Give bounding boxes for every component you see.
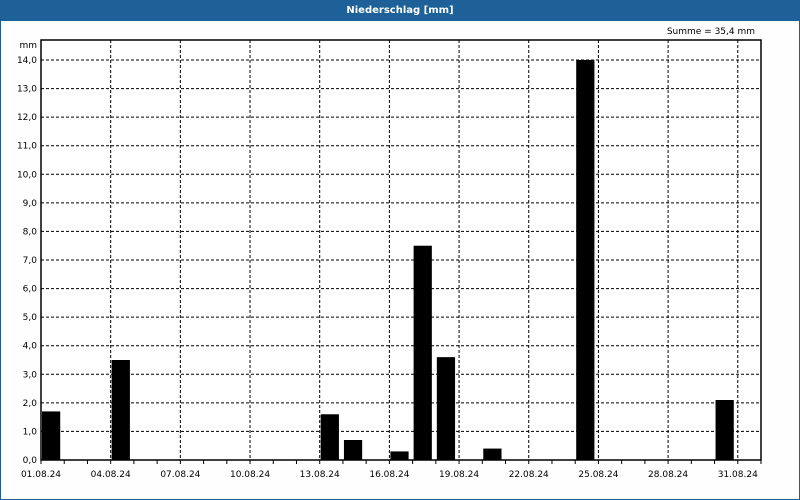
x-tick-label: 31.08.24: [718, 470, 758, 480]
bar-8: [576, 60, 595, 460]
y-tick-label: 4,0: [23, 342, 38, 352]
y-tick-label: 9,0: [23, 199, 38, 209]
x-tick-label: 07.08.24: [160, 470, 200, 480]
x-tick-label: 19.08.24: [439, 470, 479, 480]
bar-4: [390, 451, 409, 460]
bar-7: [483, 448, 502, 460]
y-tick-label: 7,0: [23, 256, 38, 266]
y-tick-label: 11,0: [17, 142, 37, 152]
y-tick-label: 6,0: [23, 285, 38, 295]
y-tick-label: 13,0: [17, 85, 37, 95]
y-tick-label: 8,0: [23, 227, 38, 237]
y-tick-label: 14,0: [17, 56, 37, 66]
x-tick-label: 22.08.24: [509, 470, 549, 480]
x-tick-label: 25.08.24: [578, 470, 618, 480]
y-tick-label: 12,0: [17, 113, 37, 123]
bar-5: [413, 245, 432, 460]
plot-area: [41, 40, 761, 460]
y-tick-label: 10,0: [17, 170, 37, 180]
x-tick-label: 10.08.24: [230, 470, 270, 480]
y-tick-label: 3,0: [23, 370, 38, 380]
y-tick-label: 1,0: [23, 427, 38, 437]
x-tick-label: 13.08.24: [300, 470, 340, 480]
bar-9: [715, 400, 734, 460]
x-tick-label: 04.08.24: [91, 470, 131, 480]
y-axis-unit-label: mm: [19, 41, 37, 51]
bar-0: [42, 411, 61, 460]
sum-annotation: Summe = 35,4 mm: [667, 27, 755, 37]
bar-3: [343, 440, 363, 460]
y-tick-label: 2,0: [23, 399, 38, 409]
bar-1: [111, 360, 130, 460]
x-tick-label: 01.08.24: [21, 470, 61, 480]
y-tick-label: 0,0: [23, 456, 38, 466]
bar-6: [436, 357, 456, 460]
bar-2: [320, 414, 339, 460]
x-tick-label: 16.08.24: [369, 470, 409, 480]
y-tick-label: 5,0: [23, 313, 38, 323]
precipitation-chart: 0,0 1,0 2,0 3,0 4,0 5,0 6,0 7,0 8,0 9,0 10,0 11,0 12…: [17, 27, 762, 480]
x-tick-label: 28.08.24: [648, 470, 688, 480]
